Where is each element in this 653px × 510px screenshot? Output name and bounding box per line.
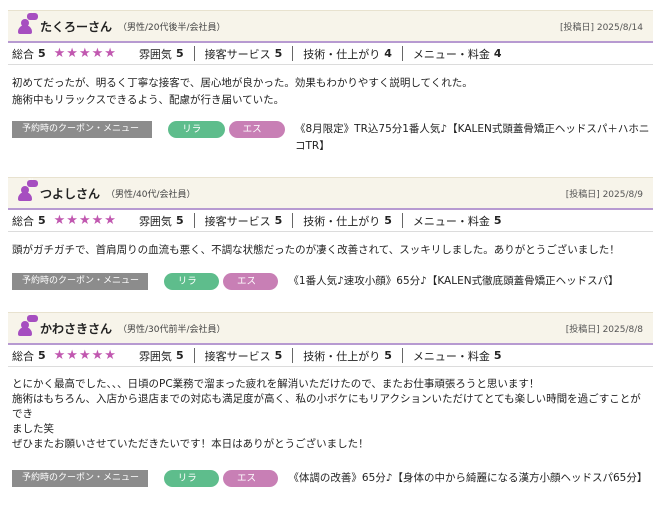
technique-score: 4 (384, 47, 392, 60)
service-label: 接客サービス (204, 214, 271, 228)
reviewer-meta: （男性/30代前半/会社員） (118, 324, 226, 335)
review-line: 初めてだったが、明るく丁寧な接客で、居心地が良かった。効果もわかりやすく説明して… (12, 77, 473, 89)
coupon-label: 予約時のクーポン・メニュー (12, 121, 153, 138)
reviewer-name[interactable]: たくろーさん (40, 18, 112, 35)
coupon-link[interactable]: 《体調の改善》65分♪【身体の中から綺麗になる漢方小顔ヘッドスパ65分】 (288, 470, 653, 487)
coupon-label: 予約時のクーポン・メニュー (12, 273, 148, 290)
atmosphere-score: 5 (175, 47, 184, 60)
rating-row: 総合 5 ★★★★★ 雰囲気 5 接客サービス 5 技術・仕上がり 5 メニュー… (8, 210, 653, 232)
review-line: ぜひまたお願いさせていただきたいです！本日はありがとうございました！ (12, 438, 369, 450)
service-score: 5 (274, 47, 283, 60)
technique-score: 5 (384, 214, 392, 227)
coupon-link[interactable]: 《1番人気♪速攻小顔》65分♪【KALEN式徹底頭蓋骨矯正ヘッドスパ】 (288, 273, 653, 290)
review-text: とにかく最高でした、、、日頃のPC業務で溜まった疲れを解消いただけたので、またお… (8, 367, 653, 452)
atmosphere-label: 雰囲気 (138, 349, 172, 363)
reviewer-meta: （男性/40代/会社員） (106, 189, 196, 200)
tag-relax: リラク (163, 273, 220, 304)
technique-score: 5 (384, 349, 392, 362)
atmosphere-label: 雰囲気 (138, 47, 172, 61)
service-score: 5 (274, 349, 283, 362)
service-score: 5 (274, 214, 283, 227)
post-date: [投稿日] 2025/8/8 (565, 324, 643, 335)
overall-score: 5 (38, 349, 46, 362)
overall-score: 5 (38, 47, 46, 60)
review-text: 初めてだったが、明るく丁寧な接客で、居心地が良かった。効果もわかりやすく説明して… (8, 65, 653, 109)
menu-price-score: 4 (493, 47, 502, 60)
rating-row: 総合 5 ★★★★★ 雰囲気 5 接客サービス 5 技術・仕上がり 5 メニュー… (8, 345, 653, 367)
menu-price-label: メニュー・料金 (412, 47, 490, 61)
reviewer-meta: （男性/20代後半/会社員） (118, 22, 226, 33)
atmosphere-score: 5 (175, 349, 184, 362)
review-line: 施術中もリラックスできるよう、配慮が行き届いていた。 (12, 94, 285, 106)
review-card: つよしさん （男性/40代/会社員） [投稿日] 2025/8/9 総合 5 ★… (8, 175, 653, 304)
technique-label: 技術・仕上がり (303, 349, 381, 363)
reviewer-avatar-icon (16, 175, 38, 203)
atmosphere-label: 雰囲気 (138, 214, 172, 228)
menu-price-score: 5 (493, 349, 502, 362)
star-rating-icon: ★★★★★ (53, 213, 117, 228)
tag-relax: リラク (168, 121, 225, 152)
coupon-row: 予約時のクーポン・メニュー リラク エステ 《1番人気♪速攻小顔》65分♪【KA… (8, 273, 653, 304)
overall-label: 総合 (12, 349, 34, 363)
review-card: かわさきさん （男性/30代前半/会社員） [投稿日] 2025/8/8 総合 … (8, 310, 653, 501)
review-line: 頭がガチガチで、首肩周りの血流も悪く、不調な状態だったのが凄く改善されて、スッキ… (12, 244, 620, 256)
reviewer-avatar-icon (16, 8, 38, 36)
tag-esthe: エステ (228, 121, 285, 152)
reviewer-name[interactable]: つよしさん (40, 185, 100, 202)
post-date: [投稿日] 2025/8/9 (565, 189, 643, 200)
atmosphere-score: 5 (175, 214, 184, 227)
coupon-link[interactable]: 《8月限定》TR込75分1番人気♪【KALEN式頭蓋骨矯正ヘッドスパ＋ハホニコT… (295, 121, 653, 155)
review-line: 施術はもちろん、入店から退店までの対応も満足度が高く、私の小ボケにもリアクション… (12, 393, 641, 420)
menu-price-label: メニュー・料金 (412, 214, 490, 228)
coupon-row: 予約時のクーポン・メニュー リラク エステ 《8月限定》TR込75分1番人気♪【… (8, 121, 653, 155)
review-card: たくろーさん （男性/20代後半/会社員） [投稿日] 2025/8/14 総合… (8, 8, 653, 155)
coupon-label: 予約時のクーポン・メニュー (12, 470, 148, 487)
menu-price-label: メニュー・料金 (412, 349, 490, 363)
review-text: 頭がガチガチで、首肩周りの血流も悪く、不調な状態だったのが凄く改善されて、スッキ… (8, 232, 653, 259)
post-date: [投稿日] 2025/8/14 (559, 22, 643, 33)
review-line: ました笑 (12, 423, 54, 435)
review-line: とにかく最高でした、、、日頃のPC業務で溜まった疲れを解消いただけたので、またお… (12, 378, 540, 390)
review-header: かわさきさん （男性/30代前半/会社員） [投稿日] 2025/8/8 (8, 310, 653, 345)
reviewer-avatar-icon (16, 310, 38, 338)
overall-score: 5 (38, 214, 46, 227)
technique-label: 技術・仕上がり (303, 214, 381, 228)
overall-label: 総合 (12, 47, 34, 61)
review-header: たくろーさん （男性/20代後半/会社員） [投稿日] 2025/8/14 (8, 8, 653, 43)
service-label: 接客サービス (204, 47, 271, 61)
review-header: つよしさん （男性/40代/会社員） [投稿日] 2025/8/9 (8, 175, 653, 210)
tag-relax: リラク (163, 470, 220, 501)
overall-label: 総合 (12, 214, 34, 228)
service-label: 接客サービス (204, 349, 271, 363)
reviewer-name[interactable]: かわさきさん (40, 320, 112, 337)
star-rating-icon: ★★★★★ (53, 348, 117, 363)
rating-row: 総合 5 ★★★★★ 雰囲気 5 接客サービス 5 技術・仕上がり 4 メニュー… (8, 43, 653, 65)
technique-label: 技術・仕上がり (303, 47, 381, 61)
tag-esthe: エステ (223, 470, 279, 501)
coupon-row: 予約時のクーポン・メニュー リラク エステ 《体調の改善》65分♪【身体の中から… (8, 470, 653, 501)
star-rating-icon: ★★★★★ (53, 46, 117, 61)
tag-esthe: エステ (223, 273, 279, 304)
menu-price-score: 5 (493, 214, 502, 227)
